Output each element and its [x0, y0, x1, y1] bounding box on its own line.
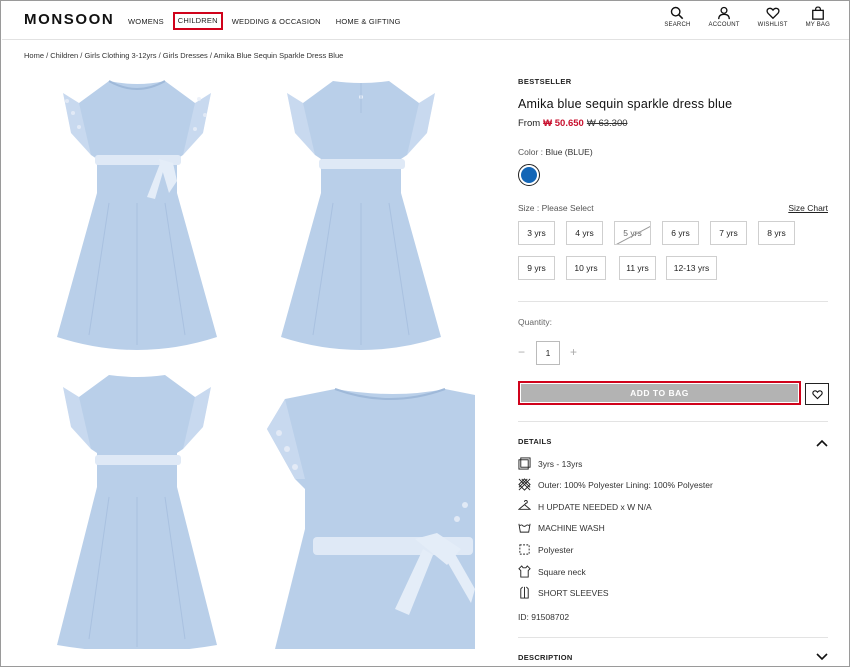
nav-children[interactable]: CHILDREN [172, 12, 223, 30]
quantity-increase-button[interactable]: + [570, 345, 577, 359]
header-actions: SEARCH ACCOUNT WISHLIST MY BAG [646, 6, 830, 28]
detail-text: Outer: 100% Polyester Lining: 100% Polye… [538, 479, 713, 490]
hanger-icon [518, 500, 531, 510]
detail-hanger: H UPDATE NEEDED x W N/A [518, 500, 652, 513]
size-option-11yrs[interactable]: 11 yrs [619, 256, 656, 280]
nav-wedding-occasion[interactable]: WEDDING & OCCASION [232, 13, 321, 30]
search-button[interactable]: SEARCH [664, 6, 690, 28]
my-bag-label: MY BAG [805, 22, 830, 28]
detail-wash: MACHINE WASH [518, 521, 605, 534]
color-value: Blue (BLUE) [545, 147, 593, 157]
color-label-prefix: Color : [518, 147, 544, 157]
detail-text: H UPDATE NEEDED x W N/A [538, 501, 652, 512]
add-to-bag-button[interactable]: ADD TO BAG [518, 381, 801, 405]
detail-neckline: Square neck [518, 565, 586, 578]
swatch-fill [521, 167, 537, 183]
color-label: Color : Blue (BLUE) [518, 147, 593, 157]
account-label: ACCOUNT [708, 22, 740, 28]
detail-sleeves: SHORT SLEEVES [518, 586, 609, 599]
product-image-back[interactable] [273, 73, 449, 357]
color-swatch-blue[interactable] [518, 164, 540, 186]
account-button[interactable]: ACCOUNT [709, 6, 740, 28]
size-option-4yrs[interactable]: 4 yrs [566, 221, 603, 245]
product-price: From ₩ 50.650 ₩ 63.300 [518, 118, 628, 129]
product-image-detail[interactable] [265, 369, 475, 649]
divider [518, 301, 828, 302]
dress-closeup-illustration [267, 388, 475, 649]
size-icon [518, 457, 531, 470]
add-to-wishlist-button[interactable] [805, 383, 829, 405]
add-to-bag-label: ADD TO BAG [521, 384, 798, 402]
product-id: ID: 91508702 [518, 612, 570, 622]
my-bag-button[interactable]: MY BAG [806, 6, 830, 28]
wash-icon [518, 523, 531, 533]
dress-side-illustration [57, 375, 217, 649]
detail-text: MACHINE WASH [538, 522, 605, 533]
account-icon [718, 6, 730, 20]
detail-text: SHORT SLEEVES [538, 587, 609, 598]
size-label: Size : Please Select [518, 203, 594, 213]
size-option-12-13yrs[interactable]: 12-13 yrs [666, 256, 717, 280]
main-nav: WOMENS CHILDREN WEDDING & OCCASION HOME … [128, 12, 416, 30]
detail-text: Square neck [538, 566, 586, 577]
details-heading[interactable]: DETAILS [518, 437, 552, 446]
quantity-label: Quantity: [518, 317, 553, 327]
page: MONSOON WOMENS CHILDREN WEDDING & OCCASI… [0, 0, 850, 667]
breadcrumb[interactable]: Home / Children / Girls Clothing 3-12yrs… [24, 51, 343, 60]
size-option-7yrs[interactable]: 7 yrs [710, 221, 747, 245]
price-prefix: From [518, 118, 541, 129]
chevron-down-icon[interactable] [816, 653, 828, 661]
search-icon [671, 6, 684, 20]
size-option-5yrs[interactable]: 5 yrs [614, 221, 651, 245]
neck-icon [518, 565, 531, 578]
product-image-side[interactable] [49, 369, 225, 649]
product-title: Amika blue sequin sparkle dress blue [518, 97, 733, 111]
divider [518, 421, 828, 422]
size-option-10yrs[interactable]: 10 yrs [566, 256, 606, 280]
quantity-decrease-button[interactable]: − [518, 345, 525, 359]
price-current: ₩ 50.650 [543, 118, 584, 129]
chevron-up-icon[interactable] [816, 439, 828, 447]
price-original: ₩ 63.300 [586, 118, 628, 129]
bag-icon [811, 6, 824, 20]
wishlist-label: WISHLIST [757, 22, 788, 28]
size-chart-link[interactable]: Size Chart [788, 203, 828, 213]
detail-size-range: 3yrs - 13yrs [518, 457, 582, 470]
detail-fabric: Outer: 100% Polyester Lining: 100% Polye… [518, 478, 713, 491]
product-image-front[interactable] [49, 73, 225, 357]
heart-icon [811, 389, 823, 399]
bestseller-badge: BESTSELLER [518, 77, 572, 86]
detail-text: 3yrs - 13yrs [538, 458, 583, 469]
size-option-9yrs[interactable]: 9 yrs [518, 256, 555, 280]
nav-home-gifting[interactable]: HOME & GIFTING [336, 13, 401, 30]
size-option-8yrs[interactable]: 8 yrs [758, 221, 795, 245]
dress-back-illustration [281, 81, 441, 350]
sleeve-icon [520, 586, 529, 599]
brand-logo[interactable]: MONSOON [24, 11, 114, 28]
search-label: SEARCH [664, 22, 691, 28]
quantity-input[interactable]: 1 [536, 341, 560, 365]
dress-front-illustration [57, 80, 217, 350]
material-icon [519, 544, 530, 555]
heart-icon [766, 7, 780, 20]
nav-womens[interactable]: WOMENS [128, 13, 164, 30]
site-header: MONSOON WOMENS CHILDREN WEDDING & OCCASI… [2, 2, 849, 40]
size-option-3yrs[interactable]: 3 yrs [518, 221, 555, 245]
divider [518, 637, 828, 638]
size-option-6yrs[interactable]: 6 yrs [662, 221, 699, 245]
description-heading[interactable]: DESCRIPTION [518, 653, 573, 662]
detail-text: Polyester [538, 544, 574, 555]
fabric-icon [518, 478, 531, 491]
wishlist-button[interactable]: WISHLIST [758, 6, 788, 28]
detail-material: Polyester [518, 543, 573, 556]
